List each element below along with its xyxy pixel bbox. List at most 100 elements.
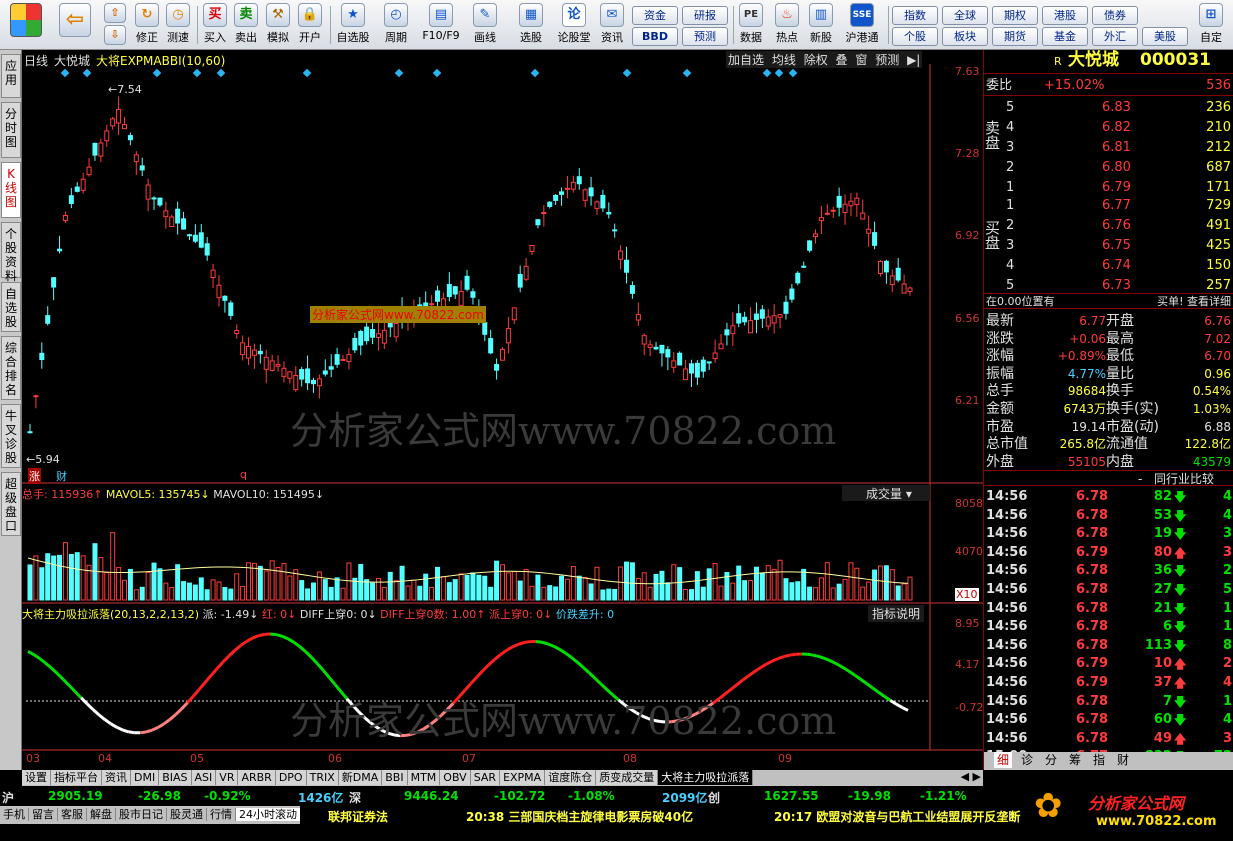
futures-button[interactable]: 期货: [992, 27, 1038, 46]
tab-sar[interactable]: SAR: [470, 770, 501, 785]
tab-stock-info[interactable]: 个股资料: [1, 222, 21, 283]
global-button[interactable]: 全球: [942, 6, 988, 25]
tab-bias[interactable]: BIAS: [159, 770, 192, 785]
us-stock-button[interactable]: 美股: [1142, 27, 1188, 46]
back-button[interactable]: ⇦: [56, 2, 94, 48]
fund-button[interactable]: 基金: [1042, 27, 1088, 46]
bbd-button[interactable]: BBD: [632, 27, 678, 46]
sell-level-row[interactable]: 2 6.80 687: [984, 158, 1233, 178]
message-button[interactable]: 留言: [29, 808, 58, 821]
buy-level-row[interactable]: 3 6.75 425: [984, 236, 1233, 256]
sell-level-row[interactable]: 5 6.83 236: [984, 98, 1233, 118]
minus-icon[interactable]: -: [1138, 471, 1142, 487]
tab-dpo[interactable]: DPO: [275, 770, 307, 785]
ticker-2[interactable]: 20:38 三部国庆档主旋律电影票房破40亿: [466, 808, 693, 825]
tab-bbi[interactable]: BBI: [382, 770, 408, 785]
tab-timeshare[interactable]: 分时图: [1, 102, 21, 158]
new-stock-button[interactable]: ▥ 新股: [806, 2, 836, 48]
sell-level-row[interactable]: 4 6.82 210: [984, 118, 1233, 138]
news-button[interactable]: ✉ 资讯: [597, 2, 627, 48]
bond-button[interactable]: 债券: [1092, 6, 1138, 25]
ticker-3[interactable]: 20:17 欧盟对波音与巴航工业结盟展开反垄断: [774, 808, 1020, 825]
sh-label[interactable]: 沪: [2, 789, 14, 806]
tab-diagnose[interactable]: 诊: [1018, 752, 1036, 768]
hk-connect-button[interactable]: SSE 沪港通: [842, 2, 882, 48]
funds-button[interactable]: 资金: [632, 6, 678, 25]
tab-minute[interactable]: 分: [1042, 752, 1060, 768]
forex-button[interactable]: 外汇: [1092, 27, 1138, 46]
tab-custom2[interactable]: 质变成交量: [596, 770, 659, 785]
scroll-news-button[interactable]: 24小时滚动: [236, 808, 300, 821]
hk-stock-button[interactable]: 港股: [1042, 6, 1088, 25]
volume-selector[interactable]: 成交量 ▾: [842, 485, 930, 501]
buy-button[interactable]: 买买入: [200, 2, 230, 48]
buy-level-row[interactable]: 1 6.77 729: [984, 196, 1233, 216]
nav-arrows[interactable]: ⇧ ⇩: [102, 2, 128, 48]
period-button[interactable]: ◴ 周期: [377, 2, 415, 48]
finance-badge[interactable]: 财: [56, 468, 67, 484]
draw-button[interactable]: ✎ 画线: [466, 2, 504, 48]
q-badge[interactable]: q: [240, 468, 247, 481]
tab-custom1[interactable]: 谊度陈仓: [545, 770, 597, 785]
diary-button[interactable]: 股市日记: [116, 808, 167, 821]
cy-label[interactable]: 创: [708, 789, 720, 806]
tab-diagnosis[interactable]: 牛叉诊股: [1, 404, 21, 468]
analysis-button[interactable]: 解盘: [87, 808, 116, 821]
tab-chips[interactable]: 筹: [1066, 752, 1084, 768]
tab-trix[interactable]: TRIX: [306, 770, 339, 785]
service-button[interactable]: 客服: [58, 808, 87, 821]
tab-watchlist[interactable]: 自选股: [1, 282, 21, 332]
fix-button[interactable]: ↻ 修正: [132, 2, 162, 48]
down-arrow-icon[interactable]: ⇩: [104, 25, 126, 45]
tab-ranking[interactable]: 综合排名: [1, 336, 21, 400]
indicator-help-button[interactable]: 指标说明: [868, 605, 925, 622]
rise-badge[interactable]: 涨: [28, 468, 41, 484]
stock-button[interactable]: 个股: [892, 27, 938, 46]
tab-kline[interactable]: K线图: [1, 162, 21, 218]
tab-index[interactable]: 指: [1090, 752, 1108, 768]
f10-button[interactable]: ▤ F10/F9: [419, 2, 463, 48]
tab-obv[interactable]: OBV: [440, 770, 471, 785]
open-account-button[interactable]: 🔒 开户: [295, 2, 325, 48]
tab-active-indicator[interactable]: 大将主力吸拉派落: [658, 770, 754, 785]
tab-detail[interactable]: 细: [994, 752, 1013, 768]
custom-button[interactable]: ⊞ 自定: [1196, 2, 1226, 48]
index-button[interactable]: 指数: [892, 6, 938, 25]
mobile-button[interactable]: 手机: [0, 808, 29, 821]
up-arrow-icon[interactable]: ⇧: [104, 3, 126, 23]
forecast-button[interactable]: 预测: [682, 27, 728, 46]
tab-info[interactable]: 资讯: [102, 770, 131, 785]
sell-level-row[interactable]: 3 6.81 212: [984, 138, 1233, 158]
select-stock-button[interactable]: ▦ 选股: [512, 2, 550, 48]
sz-label[interactable]: 深: [349, 789, 361, 806]
tab-newdma[interactable]: 新DMA: [338, 770, 383, 785]
tab-super-panel[interactable]: 超级盘口: [1, 472, 21, 536]
sector-button[interactable]: 板块: [942, 27, 988, 46]
app-logo[interactable]: [6, 2, 46, 48]
sell-button[interactable]: 卖卖出: [231, 2, 261, 48]
research-button[interactable]: 研报: [682, 6, 728, 25]
tab-scroll[interactable]: ◀ ▶: [961, 770, 981, 783]
ticker-1[interactable]: 联邦证券法: [328, 808, 388, 825]
tab-finance[interactable]: 财: [1114, 752, 1132, 768]
tab-mtm[interactable]: MTM: [407, 770, 441, 785]
industry-compare-button[interactable]: 同行业比较: [1154, 471, 1214, 487]
hot-button[interactable]: ♨ 热点: [772, 2, 802, 48]
quote-button[interactable]: 行情: [207, 808, 236, 821]
data-button[interactable]: PE 数据: [736, 2, 766, 48]
forum-button[interactable]: 论论股堂: [555, 2, 593, 48]
simulate-button[interactable]: ⚒ 模拟: [263, 2, 293, 48]
buy-level-row[interactable]: 4 6.74 150: [984, 256, 1233, 276]
tab-settings[interactable]: 设置: [22, 770, 51, 785]
lingtong-button[interactable]: 股灵通: [167, 808, 207, 821]
buy-level-row[interactable]: 2 6.76 491: [984, 216, 1233, 236]
tab-arbr[interactable]: ARBR: [238, 770, 276, 785]
tab-apps[interactable]: 应用: [1, 54, 21, 98]
sell-level-row[interactable]: 1 6.79 171: [984, 178, 1233, 198]
tab-vr[interactable]: VR: [216, 770, 239, 785]
tab-asi[interactable]: ASI: [191, 770, 217, 785]
tab-indicator-platform[interactable]: 指标平台: [51, 770, 102, 785]
tab-expma[interactable]: EXPMA: [500, 770, 546, 785]
watchlist-button[interactable]: ★ 自选股: [333, 2, 373, 48]
tab-dmi[interactable]: DMI: [131, 770, 160, 785]
